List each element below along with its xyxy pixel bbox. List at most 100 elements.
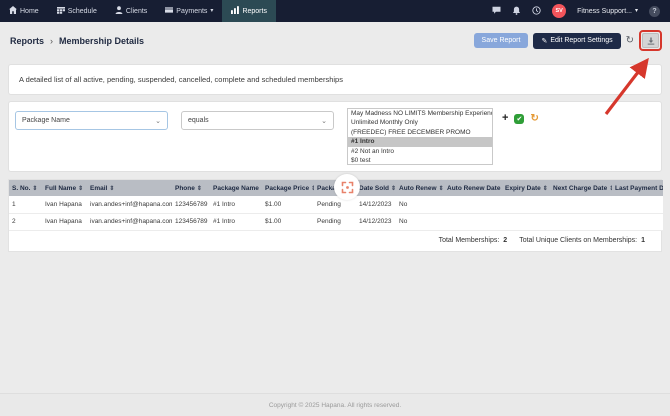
table-totals: Total Memberships: 2 Total Unique Client… bbox=[9, 231, 661, 251]
report-description: A detailed list of all active, pending, … bbox=[19, 75, 343, 84]
account-name: Fitness Support... bbox=[577, 8, 632, 15]
listbox-option[interactable]: (FREEDEC) FREE DECEMBER PROMO bbox=[348, 128, 492, 137]
chat-icon[interactable] bbox=[492, 2, 501, 20]
column-header[interactable]: Phone⇕ bbox=[172, 180, 210, 196]
column-header[interactable]: Package Name⇕ bbox=[210, 180, 262, 196]
table-cell: Ivan Hapana bbox=[42, 196, 87, 213]
sort-icon: ⇕ bbox=[197, 186, 202, 192]
table-cell bbox=[502, 213, 550, 230]
breadcrumb-reports-link[interactable]: Reports bbox=[10, 36, 44, 46]
avatar[interactable]: SV bbox=[552, 4, 566, 18]
table-cell: Pending bbox=[314, 213, 356, 230]
table-row: 2Ivan Hapanaivan.andes+inf@hapana.com123… bbox=[9, 213, 663, 230]
table-cell: 14/12/2023 bbox=[356, 213, 396, 230]
sort-icon: ⇕ bbox=[78, 186, 83, 192]
column-header[interactable]: Package Status⇕ bbox=[314, 180, 356, 196]
download-annotation-box bbox=[639, 30, 662, 51]
apply-filter-icon[interactable]: ✔ bbox=[514, 114, 524, 124]
refresh-icon[interactable]: ↻ bbox=[626, 36, 634, 46]
package-listbox[interactable]: May Madness NO LIMITS Membership Experie… bbox=[347, 108, 493, 165]
table-cell bbox=[550, 196, 612, 213]
filter-operator-value: equals bbox=[188, 117, 209, 124]
page-title: Membership Details bbox=[59, 36, 144, 46]
edit-report-settings-button[interactable]: ✎ Edit Report Settings bbox=[533, 33, 620, 49]
table-cell bbox=[612, 213, 663, 230]
sort-icon: ⇕ bbox=[311, 186, 314, 192]
nav-item-label: Reports bbox=[242, 8, 267, 15]
table-cell: #1 Intro bbox=[210, 196, 262, 213]
copyright-text: Copyright © 2025 Hapana. All rights rese… bbox=[269, 402, 401, 409]
nav-item-label: Clients bbox=[126, 8, 147, 15]
table-cell: No bbox=[396, 213, 444, 230]
column-header[interactable]: Last Payment Date⇕ bbox=[612, 180, 663, 196]
save-report-button[interactable]: Save Report bbox=[474, 33, 529, 48]
listbox-option[interactable]: Unlimited Monthly Only bbox=[348, 118, 492, 127]
nav-item-payments[interactable]: Payments ▾ bbox=[156, 0, 222, 22]
sort-icon: ⇕ bbox=[109, 186, 114, 192]
total-unique-clients-value: 1 bbox=[641, 237, 645, 244]
column-header[interactable]: S. No.⇕ bbox=[9, 180, 42, 196]
account-menu[interactable]: Fitness Support... ▾ bbox=[577, 8, 638, 15]
listbox-option[interactable]: $0 test bbox=[348, 156, 492, 165]
column-header[interactable]: Expiry Date⇕ bbox=[502, 180, 550, 196]
column-header[interactable]: Package Price⇕ bbox=[262, 180, 314, 196]
schedule-icon bbox=[57, 6, 65, 16]
listbox-option[interactable]: #1 Intro bbox=[348, 137, 492, 146]
nav-item-label: Schedule bbox=[68, 8, 97, 15]
sort-icon: ⇕ bbox=[543, 186, 548, 192]
reset-filter-icon[interactable]: ↻ bbox=[530, 114, 538, 124]
table-cell: 14/12/2023 bbox=[356, 196, 396, 213]
nav-item-label: Home bbox=[20, 8, 39, 15]
table-cell bbox=[502, 196, 550, 213]
filter-panel: Package Name ⌄ equals ⌄ May Madness NO L… bbox=[8, 101, 662, 172]
listbox-option[interactable]: #2 Not an Intro bbox=[348, 147, 492, 156]
nav-item-home[interactable]: Home bbox=[0, 0, 48, 22]
table-cell: Pending bbox=[314, 196, 356, 213]
clock-icon[interactable] bbox=[532, 2, 541, 20]
table-cell: 1 bbox=[9, 196, 42, 213]
table-header-row: S. No.⇕Full Name⇕Email⇕Phone⇕Package Nam… bbox=[9, 180, 663, 196]
home-icon bbox=[9, 6, 17, 16]
chevron-down-icon: ⌄ bbox=[321, 117, 327, 125]
table-cell: No bbox=[396, 196, 444, 213]
table-cell bbox=[444, 196, 502, 213]
table-cell: $1.00 bbox=[262, 196, 314, 213]
help-icon[interactable]: ? bbox=[649, 6, 660, 17]
breadcrumb: Reports › Membership Details bbox=[8, 36, 144, 46]
nav-item-clients[interactable]: Clients bbox=[106, 0, 156, 22]
column-header[interactable]: Date Sold⇕ bbox=[356, 180, 396, 196]
sort-icon: ⇕ bbox=[32, 186, 37, 192]
table-cell: 123456789 bbox=[172, 196, 210, 213]
total-memberships-label: Total Memberships: bbox=[439, 237, 500, 244]
listbox-option[interactable]: May Madness NO LIMITS Membership Experie… bbox=[348, 109, 492, 118]
sort-icon: ⇕ bbox=[609, 186, 612, 192]
column-header[interactable]: Full Name⇕ bbox=[42, 180, 87, 196]
export-download-button[interactable] bbox=[642, 33, 659, 48]
filter-operator-select[interactable]: equals ⌄ bbox=[181, 111, 334, 130]
table-cell bbox=[550, 213, 612, 230]
table-cell: #1 Intro bbox=[210, 213, 262, 230]
column-header[interactable]: Auto Renew Date⇕ bbox=[444, 180, 502, 196]
table-body: 1Ivan Hapanaivan.andes+inf@hapana.com123… bbox=[9, 196, 663, 230]
clients-icon bbox=[115, 6, 123, 16]
sort-icon: ⇕ bbox=[261, 186, 262, 192]
column-header[interactable]: Email⇕ bbox=[87, 180, 172, 196]
download-icon bbox=[647, 37, 655, 45]
bell-icon[interactable] bbox=[512, 2, 521, 20]
sort-icon: ⇕ bbox=[439, 186, 444, 192]
filter-field-select[interactable]: Package Name ⌄ bbox=[15, 111, 168, 130]
total-memberships-value: 2 bbox=[503, 237, 507, 244]
chevron-down-icon: ▾ bbox=[210, 8, 213, 14]
nav-item-label: Payments bbox=[176, 8, 207, 15]
chevron-down-icon: ▾ bbox=[635, 8, 638, 14]
sort-icon: ⇕ bbox=[391, 186, 396, 192]
add-filter-icon[interactable]: + bbox=[502, 113, 508, 124]
table-cell bbox=[612, 196, 663, 213]
column-header[interactable]: Auto Renew⇕ bbox=[396, 180, 444, 196]
breadcrumb-separator: › bbox=[50, 36, 53, 46]
edit-report-settings-label: Edit Report Settings bbox=[550, 37, 612, 44]
column-header[interactable]: Next Charge Date⇕ bbox=[550, 180, 612, 196]
nav-item-reports[interactable]: Reports bbox=[222, 0, 276, 22]
table-cell: 2 bbox=[9, 213, 42, 230]
nav-item-schedule[interactable]: Schedule bbox=[48, 0, 106, 22]
